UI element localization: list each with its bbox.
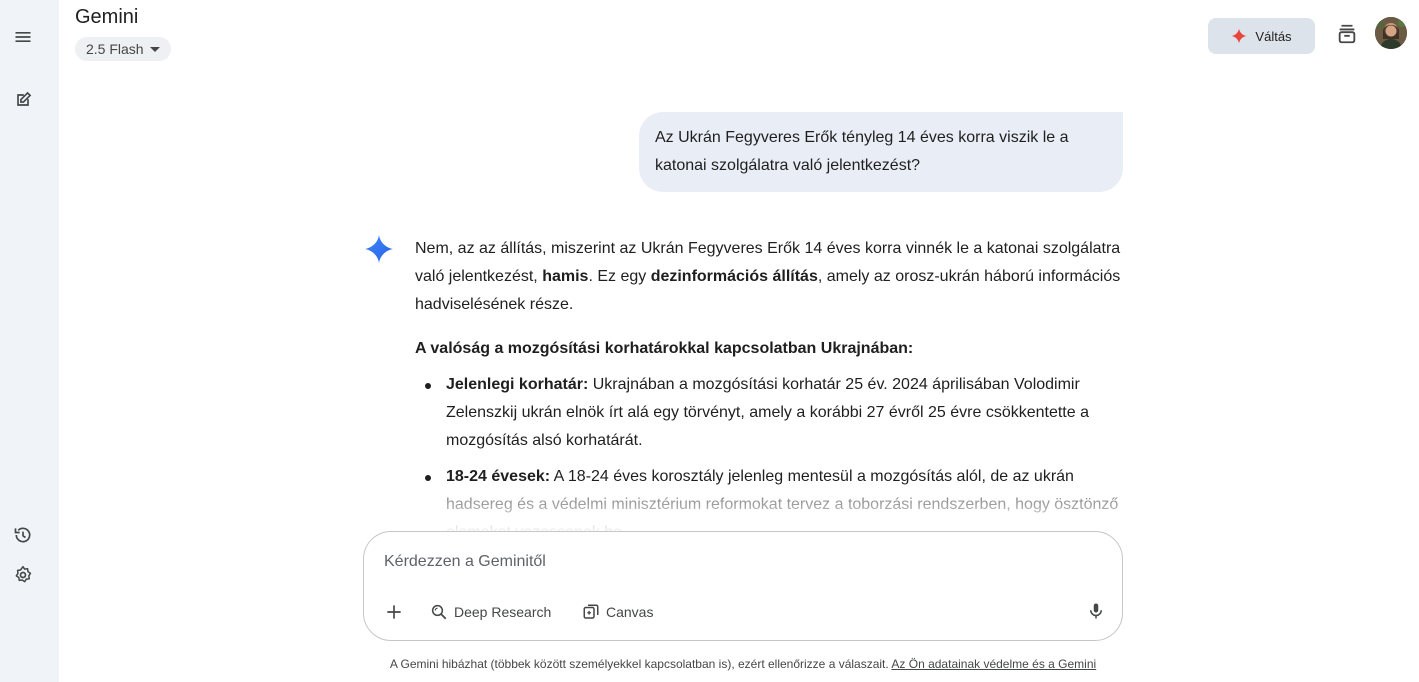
- response-list: Jelenlegi korhatár: Ukrajnában a mozgósí…: [415, 371, 1123, 547]
- list-item: Jelenlegi korhatár: Ukrajnában a mozgósí…: [415, 371, 1123, 455]
- side-rail: [0, 0, 59, 682]
- archive-button[interactable]: [1335, 22, 1359, 46]
- deep-research-label: Deep Research: [454, 604, 552, 620]
- plus-icon: [387, 605, 401, 619]
- disclaimer-text: A Gemini hibázhat (többek között személy…: [389, 657, 889, 671]
- history-icon: [14, 527, 31, 543]
- list-item-title: 18-24 évesek:: [446, 468, 551, 485]
- upgrade-label: Váltás: [1255, 28, 1292, 44]
- canvas-label: Canvas: [606, 604, 654, 620]
- model-label: 2.5 Flash: [86, 41, 144, 57]
- response-heading: A valóság a mozgósítási korhatárokkal ka…: [415, 340, 914, 357]
- new-chat-button[interactable]: [9, 86, 37, 114]
- menu-button[interactable]: [9, 23, 37, 51]
- upgrade-button[interactable]: Váltás: [1208, 18, 1315, 54]
- microphone-button[interactable]: [1084, 599, 1108, 623]
- privacy-link[interactable]: Az Ön adatainak védelme és a Gemini: [891, 657, 1096, 671]
- user-message: Az Ukrán Fegyveres Erők tényleg 14 éves …: [639, 112, 1123, 192]
- canvas-icon: [583, 604, 599, 619]
- gemini-star-icon: [365, 235, 393, 263]
- mic-icon: [1090, 603, 1102, 619]
- intro-bold-false: hamis: [542, 268, 589, 285]
- prompt-composer: Deep Research Canvas: [363, 531, 1123, 641]
- model-response: Nem, az az állítás, miszerint az Ukrán F…: [415, 235, 1123, 555]
- deep-research-icon: [431, 604, 447, 620]
- profile-photo-icon: [1375, 17, 1407, 49]
- menu-icon: [15, 32, 31, 42]
- spark-icon: [1232, 28, 1247, 44]
- disclaimer: A Gemini hibázhat (többek között személy…: [0, 657, 1419, 671]
- add-attachment-button[interactable]: [382, 600, 406, 624]
- edit-icon: [17, 91, 32, 106]
- caret-down-icon: [149, 46, 160, 52]
- archive-icon: [1338, 24, 1356, 44]
- list-item-title: Jelenlegi korhatár:: [446, 376, 589, 393]
- model-selector[interactable]: 2.5 Flash: [75, 37, 171, 61]
- prompt-input[interactable]: [384, 550, 1074, 574]
- deep-research-button[interactable]: Deep Research: [430, 600, 551, 624]
- intro-text: . Ez egy: [588, 268, 651, 285]
- response-intro: Nem, az az állítás, miszerint az Ukrán F…: [415, 235, 1123, 319]
- canvas-button[interactable]: Canvas: [582, 600, 653, 624]
- app-title: Gemini: [75, 6, 139, 28]
- avatar[interactable]: [1375, 17, 1407, 49]
- settings-button[interactable]: [9, 561, 37, 589]
- intro-bold-disinfo: dezinformációs állítás: [650, 268, 818, 285]
- gear-icon: [15, 565, 32, 583]
- history-button[interactable]: [9, 521, 37, 549]
